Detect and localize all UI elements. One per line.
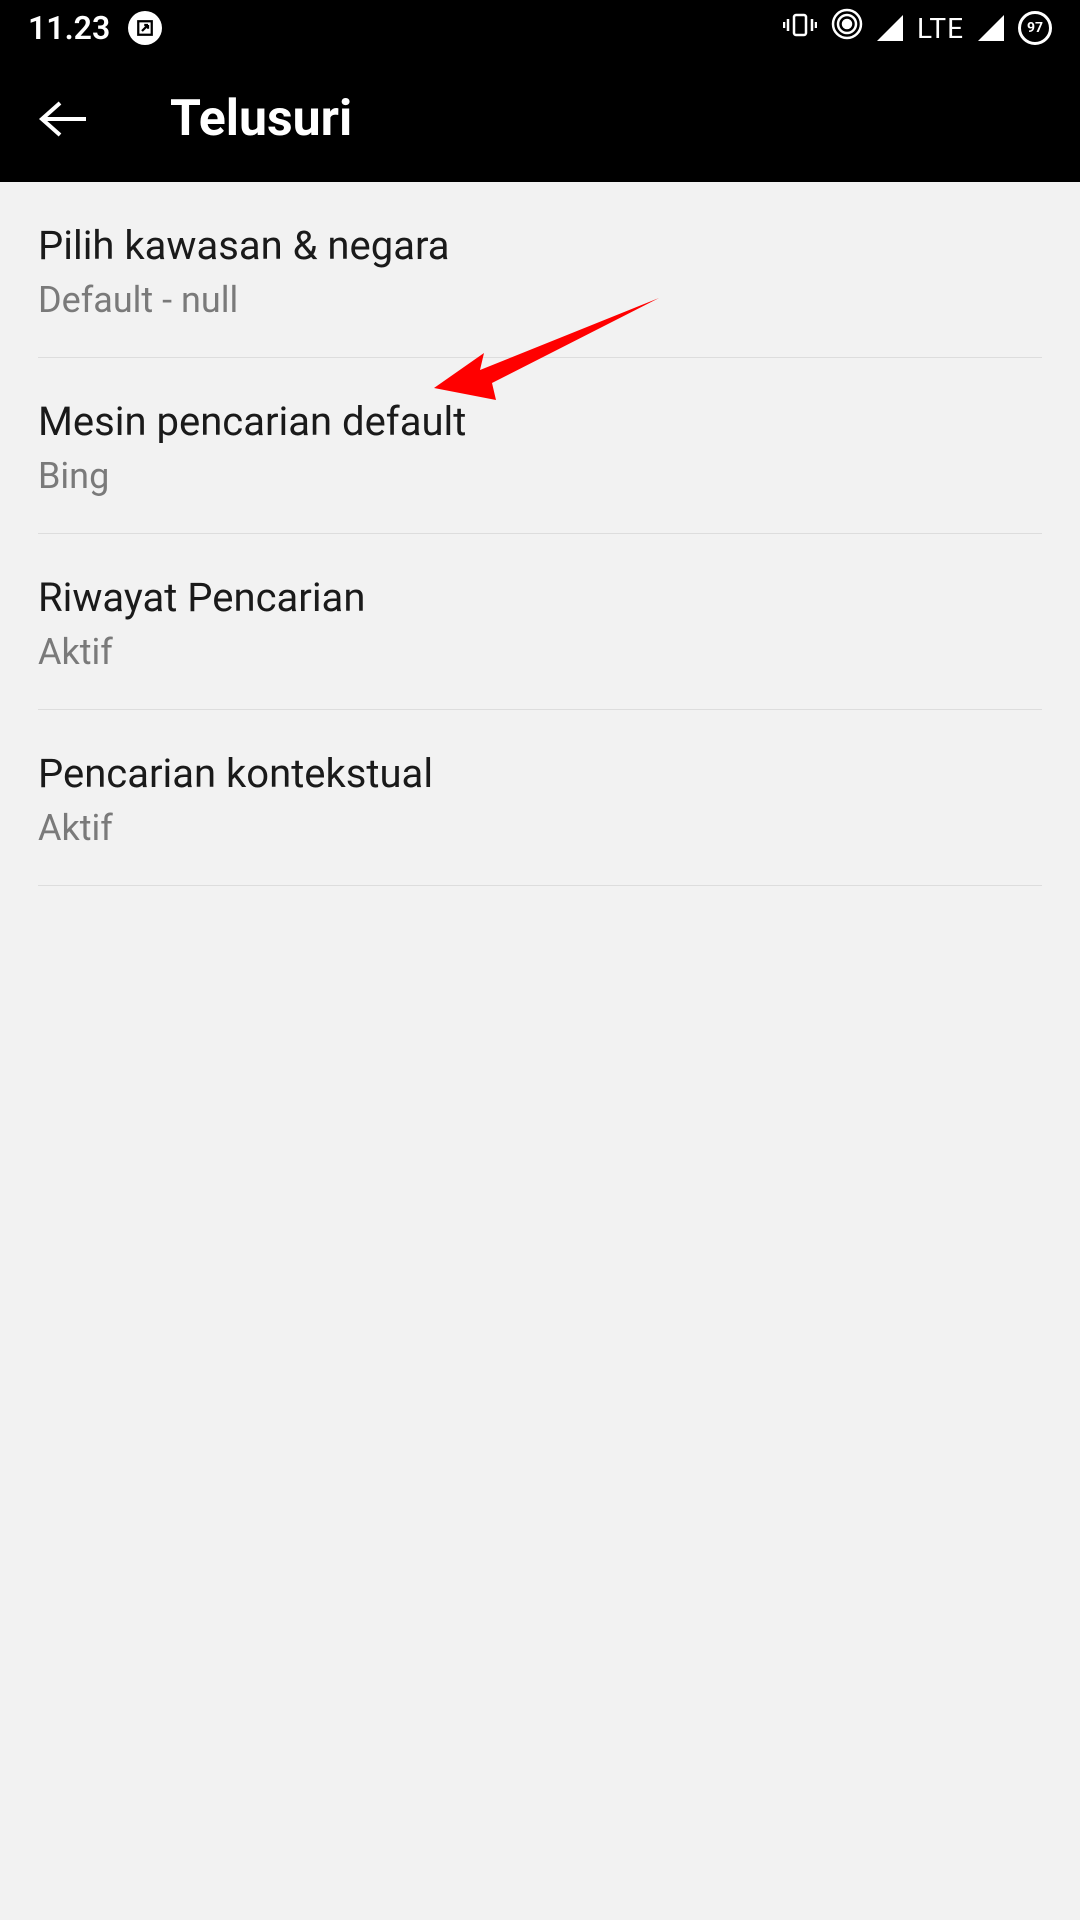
settings-list: Pilih kawasan & negara Default - null Me…: [0, 182, 1080, 886]
status-bar-left: 11.23: [28, 9, 162, 47]
battery-icon: 97: [1018, 11, 1052, 45]
settings-item-subtitle: Bing: [38, 455, 1042, 497]
settings-item-search-history[interactable]: Riwayat Pencarian Aktif: [38, 534, 1042, 710]
settings-item-region[interactable]: Pilih kawasan & negara Default - null: [38, 182, 1042, 358]
settings-item-contextual-search[interactable]: Pencarian kontekstual Aktif: [38, 710, 1042, 886]
settings-item-title: Pilih kawasan & negara: [38, 222, 1042, 269]
status-bar: 11.23 LTE: [0, 0, 1080, 56]
settings-item-title: Riwayat Pencarian: [38, 574, 1042, 621]
settings-item-subtitle: Default - null: [38, 279, 1042, 321]
settings-item-subtitle: Aktif: [38, 807, 1042, 849]
lte-label: LTE: [917, 12, 964, 45]
page-title: Telusuri: [170, 90, 352, 148]
back-button[interactable]: [38, 94, 88, 144]
signal-icon-2: [978, 15, 1004, 41]
hotspot-icon: [831, 8, 863, 48]
app-notification-icon: [128, 11, 162, 45]
settings-item-title: Pencarian kontekstual: [38, 750, 1042, 797]
vibrate-icon: [783, 9, 817, 47]
status-time: 11.23: [28, 9, 110, 47]
app-bar: Telusuri: [0, 56, 1080, 182]
status-bar-right: LTE 97: [783, 8, 1052, 48]
battery-level: 97: [1027, 20, 1043, 36]
signal-icon: [877, 15, 903, 41]
settings-item-title: Mesin pencarian default: [38, 398, 1042, 445]
settings-item-subtitle: Aktif: [38, 631, 1042, 673]
settings-item-search-engine[interactable]: Mesin pencarian default Bing: [38, 358, 1042, 534]
